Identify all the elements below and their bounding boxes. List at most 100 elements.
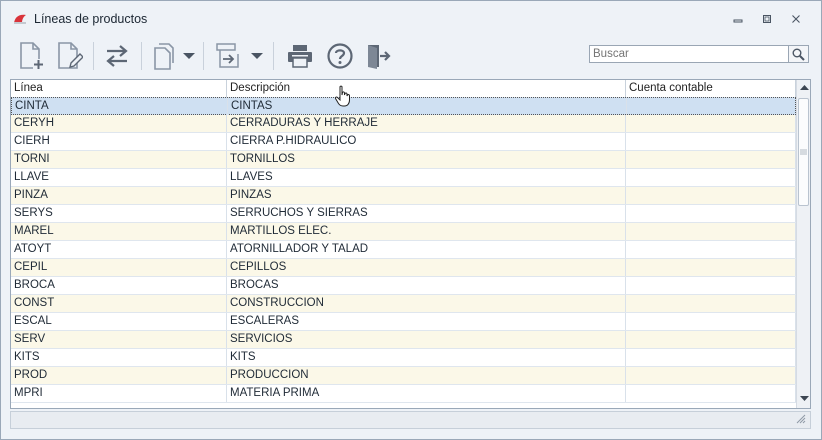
table-row[interactable]: ESCAL ESCALERAS: [11, 313, 796, 331]
table-row[interactable]: SERYS SERRUCHOS Y SIERRAS: [11, 205, 796, 223]
table-row[interactable]: KITS KITS: [11, 349, 796, 367]
product-lines-grid[interactable]: Línea Descripción Cuenta contable CINTA C…: [10, 79, 811, 409]
transfer-button[interactable]: [101, 39, 133, 73]
vertical-scrollbar[interactable]: [796, 80, 810, 408]
cell-linea[interactable]: PROD: [11, 367, 227, 384]
cell-cuenta-contable[interactable]: [626, 223, 796, 240]
table-row[interactable]: CEPIL CEPILLOS: [11, 259, 796, 277]
help-button[interactable]: [323, 39, 357, 73]
table-row[interactable]: SERV SERVICIOS: [11, 331, 796, 349]
cell-linea[interactable]: PINZA: [11, 187, 227, 204]
cell-descripcion[interactable]: CINTAS: [228, 98, 627, 115]
print-button[interactable]: [283, 39, 317, 73]
cell-descripcion[interactable]: CERRADURAS Y HERRAJE: [227, 115, 626, 132]
copy-dropdown-button[interactable]: [181, 39, 197, 73]
maximize-button[interactable]: [756, 10, 778, 28]
scroll-thumb[interactable]: [798, 98, 809, 206]
title-bar[interactable]: Líneas de productos: [1, 1, 821, 35]
cell-descripcion[interactable]: BROCAS: [227, 277, 626, 294]
cell-linea[interactable]: LLAVE: [11, 169, 227, 186]
cell-descripcion[interactable]: SERVICIOS: [227, 331, 626, 348]
table-row[interactable]: CINTA CINTAS: [11, 97, 797, 115]
cell-cuenta-contable[interactable]: [626, 295, 796, 312]
app-logo-icon: [14, 14, 26, 24]
cell-cuenta-contable[interactable]: [626, 259, 796, 276]
scroll-up-button[interactable]: [797, 80, 810, 96]
cell-descripcion[interactable]: SERRUCHOS Y SIERRAS: [227, 205, 626, 222]
export-document-icon: [216, 43, 239, 68]
cell-linea[interactable]: ATOYT: [11, 241, 227, 258]
edit-document-icon: [58, 42, 83, 69]
table-row[interactable]: LLAVE LLAVES: [11, 169, 796, 187]
table-row[interactable]: PINZA PINZAS: [11, 187, 796, 205]
cell-linea[interactable]: MPRI: [11, 385, 227, 402]
cell-linea[interactable]: TORNI: [11, 151, 227, 168]
cell-cuenta-contable[interactable]: [626, 367, 796, 384]
table-row[interactable]: TORNI TORNILLOS: [11, 151, 796, 169]
cell-cuenta-contable[interactable]: [626, 277, 796, 294]
export-dropdown-button[interactable]: [249, 39, 265, 73]
cell-descripcion[interactable]: CONSTRUCCION: [227, 295, 626, 312]
cell-cuenta-contable[interactable]: [626, 187, 796, 204]
cell-cuenta-contable[interactable]: [626, 349, 796, 366]
table-row[interactable]: CERYH CERRADURAS Y HERRAJE: [11, 115, 796, 133]
cell-descripcion[interactable]: CEPILLOS: [227, 259, 626, 276]
minimize-button[interactable]: [727, 10, 749, 28]
cell-linea[interactable]: CEPIL: [11, 259, 227, 276]
cell-linea[interactable]: KITS: [11, 349, 227, 366]
exit-button[interactable]: [361, 39, 395, 73]
cell-descripcion[interactable]: PRODUCCION: [227, 367, 626, 384]
toolbar-separator: [141, 42, 142, 70]
cell-linea[interactable]: ESCAL: [11, 313, 227, 330]
cell-linea[interactable]: BROCA: [11, 277, 227, 294]
scroll-up-icon: [799, 85, 809, 90]
cell-cuenta-contable[interactable]: [627, 98, 797, 115]
cell-cuenta-contable[interactable]: [626, 115, 796, 132]
scroll-down-button[interactable]: [797, 391, 810, 407]
new-document-icon: [20, 42, 44, 70]
table-row[interactable]: CIERH CIERRA P.HIDRAULICO: [11, 133, 796, 151]
cell-descripcion[interactable]: CIERRA P.HIDRAULICO: [227, 133, 626, 150]
cell-descripcion[interactable]: TORNILLOS: [227, 151, 626, 168]
new-button[interactable]: [15, 39, 47, 73]
cell-cuenta-contable[interactable]: [626, 205, 796, 222]
table-row[interactable]: ATOYT ATORNILLADOR Y TALAD: [11, 241, 796, 259]
search-input[interactable]: [590, 46, 783, 62]
search-button[interactable]: [789, 45, 809, 63]
resize-grip-icon[interactable]: [794, 412, 806, 424]
table-row[interactable]: MPRI MATERIA PRIMA: [11, 385, 796, 403]
cell-descripcion[interactable]: PINZAS: [227, 187, 626, 204]
cell-cuenta-contable[interactable]: [626, 241, 796, 258]
column-header-descripcion[interactable]: Descripción: [227, 80, 626, 97]
table-row[interactable]: BROCA BROCAS: [11, 277, 796, 295]
cell-descripcion[interactable]: KITS: [227, 349, 626, 366]
column-header-cuenta-contable[interactable]: Cuenta contable: [626, 80, 796, 97]
cell-linea[interactable]: SERYS: [11, 205, 227, 222]
search-field[interactable]: [589, 45, 789, 63]
cell-linea[interactable]: CONST: [11, 295, 227, 312]
cell-linea[interactable]: MAREL: [11, 223, 227, 240]
cell-cuenta-contable[interactable]: [626, 169, 796, 186]
cell-descripcion[interactable]: LLAVES: [227, 169, 626, 186]
table-row[interactable]: PROD PRODUCCION: [11, 367, 796, 385]
cell-cuenta-contable[interactable]: [626, 385, 796, 402]
column-header-linea[interactable]: Línea: [11, 80, 227, 97]
cell-descripcion[interactable]: MARTILLOS ELEC.: [227, 223, 626, 240]
cell-linea[interactable]: CINTA: [12, 98, 228, 115]
table-row[interactable]: CONST CONSTRUCCION: [11, 295, 796, 313]
cell-cuenta-contable[interactable]: [626, 331, 796, 348]
cell-cuenta-contable[interactable]: [626, 151, 796, 168]
export-button[interactable]: [211, 39, 245, 73]
cell-descripcion[interactable]: ATORNILLADOR Y TALAD: [227, 241, 626, 258]
cell-cuenta-contable[interactable]: [626, 313, 796, 330]
cell-linea[interactable]: CERYH: [11, 115, 227, 132]
cell-descripcion[interactable]: MATERIA PRIMA: [227, 385, 626, 402]
table-row[interactable]: MAREL MARTILLOS ELEC.: [11, 223, 796, 241]
copy-button[interactable]: [149, 39, 179, 73]
cell-linea[interactable]: SERV: [11, 331, 227, 348]
cell-cuenta-contable[interactable]: [626, 133, 796, 150]
cell-linea[interactable]: CIERH: [11, 133, 227, 150]
cell-descripcion[interactable]: ESCALERAS: [227, 313, 626, 330]
close-button[interactable]: [785, 10, 807, 28]
edit-button[interactable]: [53, 39, 85, 73]
